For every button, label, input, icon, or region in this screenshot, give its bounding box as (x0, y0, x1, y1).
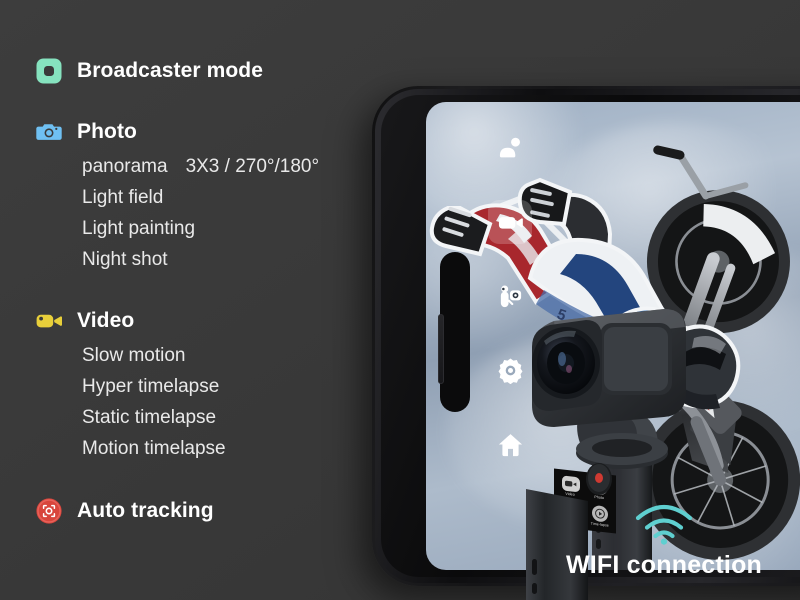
list-item: Night shot (82, 248, 168, 270)
promo-graphic: Broadcaster mode Photo panorama 3X3 / 27… (0, 0, 800, 600)
earpiece-speaker (438, 314, 444, 384)
sidebar-item-settings[interactable] (488, 348, 532, 392)
gimbal-camera-head (532, 309, 686, 427)
list-item: Light field (82, 186, 164, 208)
photo-item-label-0: panorama (82, 156, 168, 177)
video-mode-list: Slow motion Hyper timelapse Static timel… (82, 341, 386, 465)
wifi-icon (635, 504, 693, 545)
photo-item-detail-0: 3X3 / 270°/180° (185, 156, 320, 177)
app-sidebar-rail (484, 126, 536, 546)
feature-title-photo: Photo (77, 120, 137, 143)
broadcaster-mode-icon (36, 58, 62, 84)
sidebar-item-home[interactable] (488, 422, 532, 466)
list-item: Light painting (82, 217, 196, 239)
feature-list: Broadcaster mode Photo panorama 3X3 / 27… (36, 58, 386, 524)
phone-notch (440, 252, 470, 412)
sidebar-item-gimbal[interactable] (488, 274, 532, 318)
gear-icon (498, 358, 522, 384)
person-icon (499, 137, 520, 157)
auto-tracking-icon (36, 498, 62, 524)
wifi-connection-block: WIFI connection (534, 499, 794, 580)
wifi-connection-label: WIFI connection (565, 551, 763, 579)
list-item: Hyper timelapse (82, 375, 220, 397)
feature-group-photo: Photo panorama 3X3 / 270°/180° Light fiel… (36, 119, 386, 276)
feature-group-auto-tracking: Auto tracking (36, 498, 386, 524)
video-camera-icon (498, 216, 523, 229)
photo-camera-icon (36, 119, 62, 145)
list-item: Static timelapse (82, 406, 217, 428)
list-item: panorama 3X3 / 270°/180° (82, 152, 386, 183)
photo-mode-list: panorama 3X3 / 270°/180° Light field Ligh… (82, 152, 386, 276)
feature-title-broadcaster: Broadcaster mode (77, 59, 263, 82)
video-camera-icon (36, 308, 62, 334)
gimbal-camera-icon (500, 285, 521, 307)
record-button[interactable] (578, 456, 620, 502)
feature-group-video: Video Slow motion Hyper timelapse Static… (36, 308, 386, 465)
sidebar-item-video[interactable] (488, 200, 532, 244)
list-item: Motion timelapse (82, 437, 226, 459)
sidebar-item-profile[interactable] (488, 126, 532, 170)
list-item: Slow motion (82, 344, 186, 366)
feature-title-auto-tracking: Auto tracking (77, 498, 214, 522)
home-icon (498, 433, 522, 456)
feature-title-video: Video (77, 308, 135, 332)
feature-group-broadcaster: Broadcaster mode (36, 58, 386, 84)
